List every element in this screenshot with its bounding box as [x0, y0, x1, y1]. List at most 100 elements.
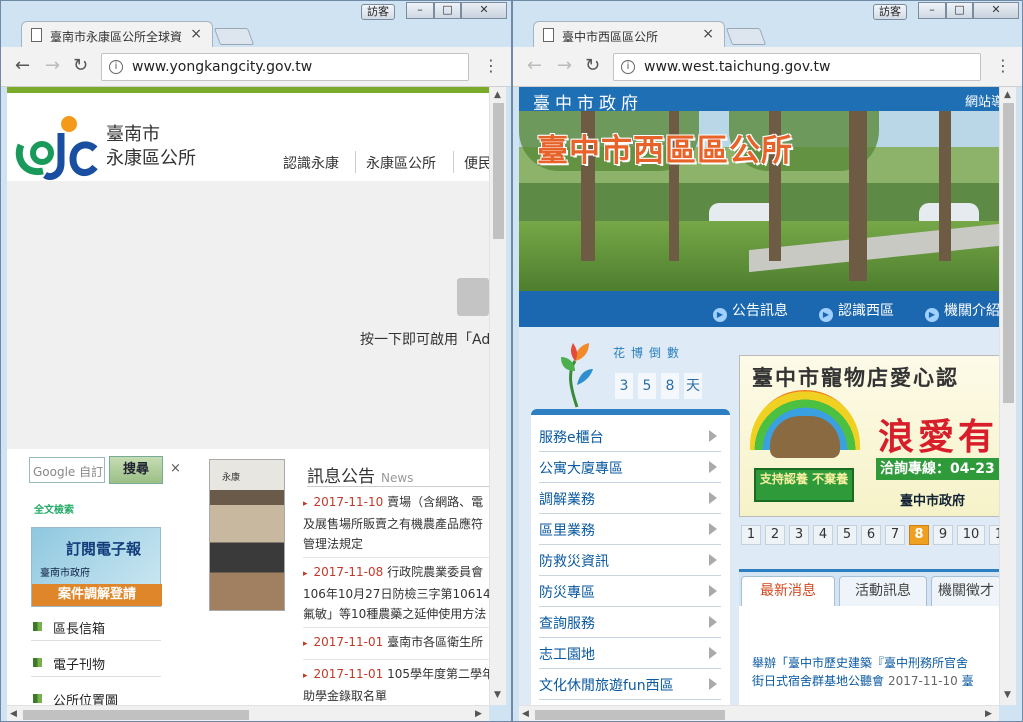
menu-item-leisure[interactable]: 文化休閒旅遊fun西區 [539, 669, 721, 700]
tab-close-icon[interactable]: × [702, 26, 714, 42]
new-tab-button[interactable] [213, 28, 255, 45]
news-item[interactable]: ▸ 2017-11-10 賣場（含網路、電 及展售場所販賣之有機農產品應符 管理法… [303, 492, 489, 554]
scrollbar-thumb[interactable] [493, 103, 504, 239]
plugin-message[interactable]: 按一下即可啟用「Ado [360, 329, 489, 349]
scroll-right-icon[interactable]: ▶ [985, 709, 992, 719]
reload-icon[interactable]: ↻ [73, 56, 88, 76]
vertical-scrollbar[interactable]: ▲ ▼ [489, 87, 506, 705]
address-bar[interactable]: i www.west.taichung.gov.tw [613, 53, 981, 81]
url-text[interactable]: www.yongkangcity.gov.tw [132, 59, 312, 75]
pager-button[interactable]: 6 [861, 525, 881, 545]
search-button[interactable]: 搜尋 [109, 456, 163, 484]
menu-item-mediation[interactable]: 調解業務 [539, 483, 721, 514]
guest-profile-button[interactable]: 訪客 [361, 4, 395, 20]
nav-district-office[interactable]: 永康區公所 [366, 153, 436, 173]
horizontal-scrollbar[interactable]: ◀ ▶ [519, 705, 999, 721]
flash-plugin-placeholder[interactable]: 按一下即可啟用「Ado [7, 181, 489, 449]
latest-news-item[interactable]: 舉辦「臺中市歷史建築『臺中刑務所官舍 街日式宿舍群基地公聽會 2017-11-10… [752, 654, 974, 690]
menu-icon[interactable]: ⋮ [483, 57, 499, 75]
hero-title[interactable]: 臺中市西區區公所 [537, 125, 793, 170]
menu-item-disaster-info[interactable]: 防救災資訊 [539, 545, 721, 576]
menu-item-disaster-zone[interactable]: 防災專區 [539, 576, 721, 607]
back-icon[interactable]: ← [527, 56, 542, 76]
address-bar[interactable]: i www.yongkangcity.gov.tw [101, 53, 469, 81]
info-icon[interactable]: i [621, 60, 635, 74]
scroll-up-icon[interactable]: ▲ [494, 90, 501, 100]
scroll-left-icon[interactable]: ◀ [10, 709, 17, 719]
nav-about-yongkang[interactable]: 認識永康 [283, 153, 339, 173]
scroll-down-icon[interactable]: ▼ [494, 690, 501, 700]
scroll-down-icon[interactable]: ▼ [1004, 690, 1011, 700]
nav-divider [355, 151, 356, 173]
minimize-button[interactable]: – [406, 2, 434, 19]
guest-profile-button[interactable]: 訪客 [873, 4, 907, 20]
scrollbar-thumb[interactable] [23, 710, 249, 720]
minimize-button[interactable]: – [918, 2, 946, 19]
maximize-button[interactable]: □ [434, 2, 461, 19]
nav-announcements[interactable]: ▶ 公告訊息 [713, 300, 788, 322]
forward-icon[interactable]: → [45, 56, 60, 76]
reload-icon[interactable]: ↻ [585, 56, 600, 76]
pager-button[interactable]: 1 [989, 525, 999, 545]
news-item[interactable]: ▸ 2017-11-08 行政院農業委員會 106年10月27日防檢三字第1061… [303, 562, 489, 624]
scroll-right-icon[interactable]: ▶ [475, 709, 482, 719]
pager-button-active[interactable]: 8 [909, 525, 929, 545]
flower-expo-icon[interactable] [557, 341, 597, 409]
google-search-input[interactable]: Google 自訂 [29, 457, 105, 483]
pager-button[interactable]: 5 [837, 525, 857, 545]
enewsletter-banner[interactable]: 訂閱電子報 臺南市政府 案件調解登請 [31, 527, 162, 607]
side-link-location-map[interactable]: 公所位置圖 [31, 685, 161, 705]
forward-icon[interactable]: → [557, 56, 572, 76]
news-heading-zh: 訊息公告 [307, 467, 375, 487]
tab-panel: 舉辦「臺中市歷史建築『臺中刑務所官舍 街日式宿舍群基地公聽會 2017-11-10… [739, 606, 999, 705]
horizontal-scrollbar[interactable]: ◀ ▶ [7, 705, 489, 721]
yongkang-logo-icon[interactable] [15, 115, 99, 185]
pager-button[interactable]: 9 [933, 525, 953, 545]
pet-adoption-banner[interactable]: 臺中市寵物店愛心認 支持認養 不棄養 浪愛有 洽詢專線：04-23 臺中市政府 [739, 355, 999, 517]
new-tab-button[interactable] [725, 28, 767, 45]
menu-item-apartment[interactable]: 公寓大廈專區 [539, 452, 721, 483]
vertical-scrollbar[interactable]: ▲ ▼ [999, 87, 1016, 705]
pager-button[interactable]: 3 [789, 525, 809, 545]
banner-hotline: 洽詢專線：04-23 [876, 458, 999, 480]
maximize-button[interactable]: □ [946, 2, 973, 19]
side-link-mayor-mailbox[interactable]: 區長信箱 [31, 613, 161, 641]
pager-button[interactable]: 7 [885, 525, 905, 545]
pager-button[interactable]: 1 [741, 525, 761, 545]
close-window-button[interactable]: ✕ [973, 2, 1019, 19]
scrollbar-thumb[interactable] [535, 710, 725, 720]
station-photo[interactable]: 永康 [209, 459, 285, 611]
browser-tab[interactable]: 臺中市西區區公所 × [533, 21, 725, 48]
tab-close-icon[interactable]: × [190, 26, 202, 42]
url-text[interactable]: www.west.taichung.gov.tw [644, 59, 830, 75]
pager-button[interactable]: 2 [765, 525, 785, 545]
nav-agency-intro[interactable]: ▶ 機關介紹 [925, 300, 999, 322]
menu-item-volunteer[interactable]: 志工園地 [539, 638, 721, 669]
nav-services[interactable]: 便民 [464, 153, 489, 173]
menu-item-village[interactable]: 區里業務 [539, 514, 721, 545]
site-name[interactable]: 臺南市 永康區公所 [106, 123, 196, 171]
news-item[interactable]: ▸ 2017-11-01 臺南市各區衛生所 [303, 632, 489, 654]
nav-about-west[interactable]: ▶ 認識西區 [819, 300, 894, 322]
news-item[interactable]: ▸ 2017-11-01 105學年度第二學年 助學金錄取名單 [303, 664, 489, 705]
fulltext-search-link[interactable]: 全文檢索 [34, 501, 74, 516]
close-window-button[interactable]: ✕ [461, 2, 507, 19]
news-text: 舉辦「臺中市歷史建築『臺中刑務所官舍 [752, 656, 969, 670]
menu-item-query[interactable]: 查詢服務 [539, 607, 721, 638]
scrollbar-thumb[interactable] [1003, 103, 1014, 403]
site-nav-link[interactable]: 網站導 [965, 91, 999, 110]
search-clear-icon[interactable]: × [170, 461, 181, 476]
menu-item-eservice[interactable]: 服務e櫃台 [539, 421, 721, 452]
scroll-left-icon[interactable]: ◀ [522, 709, 529, 719]
menu-icon[interactable]: ⋮ [995, 57, 1011, 75]
tab-latest-news[interactable]: 最新消息 [741, 576, 835, 610]
tab-events[interactable]: 活動訊息 [839, 576, 927, 606]
info-icon[interactable]: i [109, 60, 123, 74]
browser-tab[interactable]: 臺南市永康區公所全球資 × [21, 21, 213, 48]
pager-button[interactable]: 4 [813, 525, 833, 545]
pager-button[interactable]: 10 [957, 525, 985, 545]
tab-recruitment[interactable]: 機關徵才 [931, 576, 999, 606]
side-link-epublications[interactable]: 電子刊物 [31, 649, 161, 677]
back-icon[interactable]: ← [15, 56, 30, 76]
scroll-up-icon[interactable]: ▲ [1004, 90, 1011, 100]
